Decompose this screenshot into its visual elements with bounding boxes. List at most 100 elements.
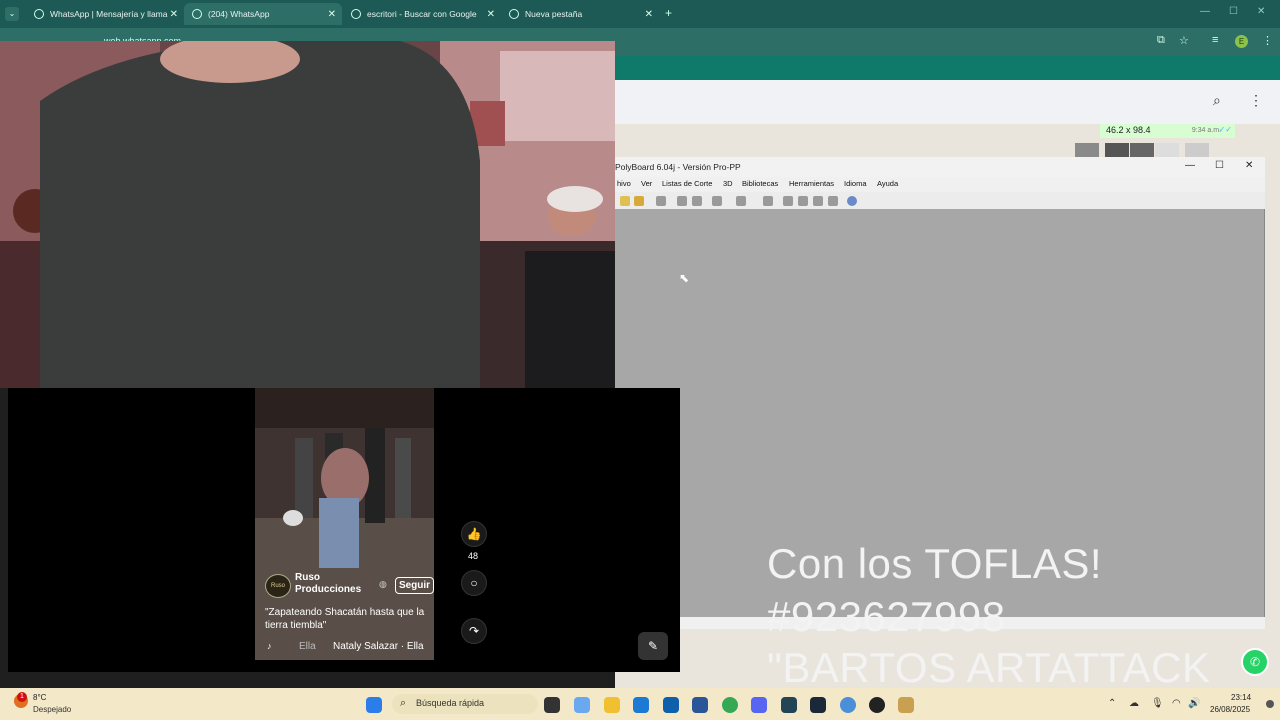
message-time: 9:34 a.m. bbox=[1191, 127, 1221, 134]
discord-icon[interactable] bbox=[751, 697, 767, 713]
polyboard-app-icon[interactable] bbox=[898, 697, 914, 713]
compose-icon[interactable]: ✎ bbox=[638, 632, 668, 660]
polyboard-title: PolyBoard 6.04j - Versión Pro-PP bbox=[615, 162, 741, 172]
author-avatar[interactable]: Ruso bbox=[265, 574, 291, 598]
audio-icon: ♪ bbox=[267, 641, 272, 651]
info-icon[interactable] bbox=[847, 196, 857, 206]
menu-listas-de-corte[interactable]: Listas de Corte bbox=[662, 179, 712, 188]
windows-start-icon[interactable] bbox=[366, 697, 382, 713]
volume-icon[interactable]: 🔊 bbox=[1188, 698, 1200, 709]
bookmark-star-icon[interactable]: ☆ bbox=[1179, 34, 1189, 47]
tool-icon[interactable] bbox=[828, 196, 838, 206]
tab-label: WhatsApp | Mensajería y llama bbox=[50, 9, 168, 19]
search-icon[interactable]: ⌕ bbox=[1213, 92, 1221, 109]
taskbar-search[interactable]: ⌕ Búsqueda rápida bbox=[392, 694, 538, 714]
network-tray-icon[interactable]: ☁ bbox=[1129, 698, 1139, 709]
copilot-icon[interactable] bbox=[574, 697, 590, 713]
task-view-icon[interactable] bbox=[544, 697, 560, 713]
save-icon[interactable] bbox=[656, 196, 666, 206]
obs-icon[interactable] bbox=[869, 697, 885, 713]
tab-whatsapp-main[interactable]: WhatsApp | Mensajería y llama ✕ bbox=[26, 3, 184, 25]
preview-icon[interactable] bbox=[692, 196, 702, 206]
clock-date[interactable]: 26/08/2025 bbox=[1210, 705, 1250, 714]
author-name[interactable]: Ruso Producciones bbox=[295, 572, 377, 596]
reel-video[interactable]: Ruso Ruso Producciones ◍ Seguir "Zapatea… bbox=[255, 388, 434, 660]
whatsapp-icon bbox=[192, 9, 202, 19]
pb-close-button[interactable]: ✕ bbox=[1245, 160, 1253, 171]
menu-bibliotecas[interactable]: Bibliotecas bbox=[742, 179, 778, 188]
tray-overflow-icon[interactable]: ⌃ bbox=[1108, 698, 1116, 709]
close-tab-icon[interactable]: ✕ bbox=[170, 9, 178, 20]
profile-avatar[interactable]: E bbox=[1235, 35, 1248, 48]
maximize-window-button[interactable]: ☐ bbox=[1229, 6, 1238, 17]
file-explorer-icon[interactable] bbox=[604, 697, 620, 713]
reel-caption: "Zapateando Shacatán hasta que la tierra… bbox=[265, 607, 425, 631]
like-icon[interactable]: 👍 bbox=[461, 521, 487, 547]
menu-archivo[interactable]: hivo bbox=[617, 179, 631, 188]
chat-menu-icon[interactable]: ⋮ bbox=[1249, 92, 1263, 109]
print-icon[interactable] bbox=[677, 196, 687, 206]
tab-new-tab[interactable]: Nueva pestaña ✕ bbox=[501, 3, 659, 25]
wifi-icon[interactable]: ◠ bbox=[1172, 698, 1181, 709]
app-icon[interactable] bbox=[781, 697, 797, 713]
open-folder-icon[interactable] bbox=[634, 196, 644, 206]
tab-search-button[interactable]: ⌄ bbox=[5, 7, 19, 21]
message-text: 46.2 x 98.4 bbox=[1106, 125, 1151, 135]
new-file-icon[interactable] bbox=[620, 196, 630, 206]
store-icon[interactable] bbox=[663, 697, 679, 713]
edge-icon[interactable] bbox=[633, 697, 649, 713]
google-icon bbox=[351, 9, 361, 19]
redo-icon[interactable] bbox=[736, 196, 746, 206]
chrome-icon bbox=[509, 9, 519, 19]
audio-prefix: Ella bbox=[299, 641, 316, 652]
close-tab-icon[interactable]: ✕ bbox=[487, 9, 495, 20]
menu-idioma[interactable]: Idioma bbox=[844, 179, 867, 188]
pb-minimize-button[interactable]: — bbox=[1185, 160, 1195, 171]
image-thumbnail[interactable] bbox=[1185, 143, 1209, 157]
undo-icon[interactable] bbox=[712, 196, 722, 206]
image-thumbnail[interactable] bbox=[1155, 143, 1179, 157]
overlay-line-2: #923627998 bbox=[767, 593, 1006, 640]
menu-herramientas[interactable]: Herramientas bbox=[789, 179, 834, 188]
image-thumbnail[interactable] bbox=[1105, 143, 1129, 157]
calculator-icon[interactable] bbox=[692, 697, 708, 713]
close-tab-icon[interactable]: ✕ bbox=[645, 9, 653, 20]
new-tab-button[interactable]: + bbox=[665, 6, 672, 20]
overlay-line-1: Con los TOFLAS! bbox=[767, 540, 1103, 587]
notifications-icon[interactable] bbox=[1266, 700, 1274, 708]
pb-maximize-button[interactable]: ☐ bbox=[1215, 160, 1224, 171]
minimize-window-button[interactable]: — bbox=[1200, 6, 1210, 17]
chrome-icon[interactable] bbox=[722, 697, 738, 713]
image-thumbnail[interactable] bbox=[1130, 143, 1154, 157]
tool-icon[interactable] bbox=[813, 196, 823, 206]
microphone-icon[interactable]: 🎙 bbox=[1151, 698, 1164, 709]
share-icon[interactable]: ↷ bbox=[461, 618, 487, 644]
close-window-button[interactable]: ✕ bbox=[1257, 6, 1265, 17]
tab-google-search[interactable]: escritori - Buscar con Google ✕ bbox=[343, 3, 501, 25]
install-app-icon[interactable]: ⧉ bbox=[1157, 34, 1165, 47]
audio-track[interactable]: Nataly Salazar · Ella bbox=[333, 641, 424, 652]
whatsapp-float-icon[interactable]: ✆ bbox=[1241, 648, 1269, 676]
menu-ayuda[interactable]: Ayuda bbox=[877, 179, 898, 188]
close-tab-icon[interactable]: ✕ bbox=[328, 9, 336, 20]
browser-menu-icon[interactable]: ⋮ bbox=[1262, 34, 1273, 47]
menu-3d[interactable]: 3D bbox=[723, 179, 733, 188]
double-check-icon: ✓✓ bbox=[1218, 125, 1232, 134]
clock-time[interactable]: 23:14 bbox=[1231, 693, 1251, 702]
comment-icon[interactable]: ○ bbox=[461, 570, 487, 596]
message-bubble[interactable]: 46.2 x 98.4 9:34 a.m. ✓✓ bbox=[1100, 124, 1235, 138]
tool-icon[interactable] bbox=[783, 196, 793, 206]
media-controls-icon[interactable]: ≡ bbox=[1212, 34, 1218, 46]
chrome-profile-icon[interactable] bbox=[840, 697, 856, 713]
tab-whatsapp-active[interactable]: (204) WhatsApp ✕ bbox=[184, 3, 342, 25]
follow-button[interactable]: Seguir bbox=[395, 577, 434, 594]
tab-label: escritori - Buscar con Google bbox=[367, 9, 477, 19]
tab-label: Nueva pestaña bbox=[525, 9, 583, 19]
webcam-scene bbox=[0, 41, 615, 388]
weather-temp: 8°C bbox=[33, 693, 47, 702]
menu-ver[interactable]: Ver bbox=[641, 179, 652, 188]
tool-icon[interactable] bbox=[798, 196, 808, 206]
image-thumbnail[interactable] bbox=[1075, 143, 1099, 157]
steam-icon[interactable] bbox=[810, 697, 826, 713]
tool-icon[interactable] bbox=[763, 196, 773, 206]
